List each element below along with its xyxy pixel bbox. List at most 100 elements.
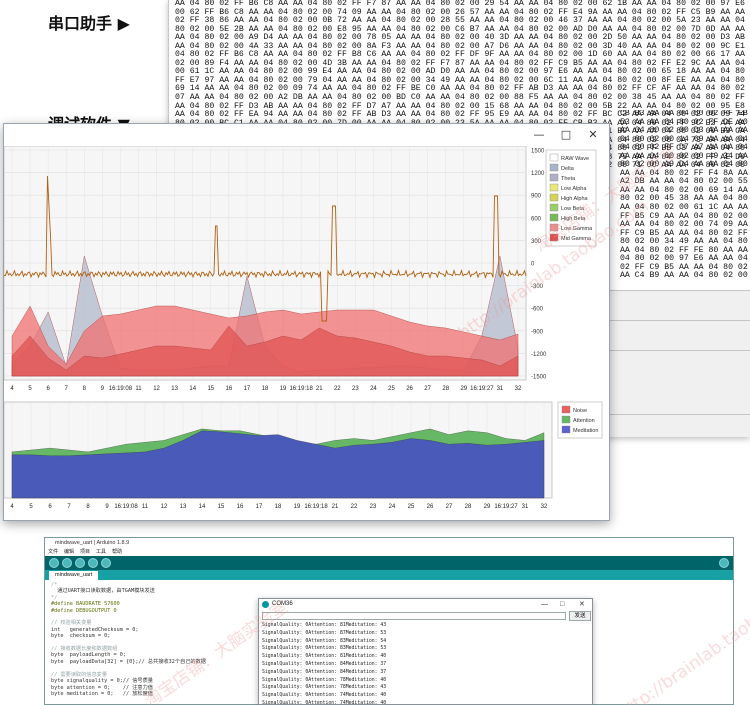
com-maximize-button[interactable]: □: [560, 599, 564, 610]
legend-swatch: [549, 233, 559, 242]
x-tick-label: 16:19:08: [114, 504, 138, 510]
legend-label: Low Alpha: [561, 186, 587, 192]
serial-send-input[interactable]: [262, 612, 566, 620]
maximize-button[interactable]: □: [558, 127, 574, 143]
com36-serial-window: COM36 — □ ✕ 发送 SignalQuality: 0Attention…: [258, 598, 593, 705]
legend-swatch: [549, 203, 559, 212]
legend-label: Low Beta: [561, 206, 585, 212]
esense-chart: 4 5 6 7 8 9 16:19:08 11 12 13 14 15 16 17 18 19 16:19:18…: [4, 401, 603, 510]
ide-tabbar: mindwave_uart: [45, 570, 733, 580]
x-tick-label: 16:19:18: [304, 504, 328, 510]
legend-label: RAW Wave: [561, 156, 589, 162]
com-minimize-button[interactable]: —: [541, 599, 548, 610]
x-tick-label: 13: [171, 386, 178, 392]
x-tick-label: 7: [65, 386, 69, 392]
chart-body: 1500 1200 900 600 300 0 -300 -600 -900 -1200 -1500…: [4, 145, 609, 520]
x-tick-label: 14: [189, 386, 196, 392]
y-tick-label: -900: [531, 329, 544, 335]
serial-line: SignalQuality: 0Attention: 83Meditation:…: [262, 646, 387, 652]
save-button[interactable]: [101, 558, 111, 568]
x-tick-label: 4: [10, 504, 14, 510]
legend-swatch: [549, 183, 559, 192]
serial-line: SignalQuality: 0Attention: 84Meditation:…: [262, 661, 387, 667]
arduino-icon: [262, 601, 269, 608]
x-tick-label: 7: [67, 504, 71, 510]
open-button[interactable]: [88, 558, 98, 568]
legend-label: Noise: [573, 408, 587, 414]
x-tick-label: 12: [161, 504, 168, 510]
y-tick-label: -600: [531, 307, 544, 313]
serial-line: SignalQuality: 0Attention: 81Meditation:…: [262, 623, 387, 628]
legend-label: Theta: [561, 176, 576, 182]
x-tick-label: 4: [10, 386, 14, 392]
y-tick-label: 600: [531, 216, 542, 222]
x-tick-label: 32: [541, 504, 548, 510]
hex-status-panel: [609, 290, 750, 437]
menu-item[interactable]: 文件: [48, 549, 58, 555]
new-button[interactable]: [75, 558, 85, 568]
x-tick-label: 5: [28, 386, 32, 392]
x-tick-label: 22: [334, 386, 341, 392]
serial-monitor-button[interactable]: [719, 558, 729, 568]
x-tick-label: 13: [180, 504, 187, 510]
y-tick-label: -1500: [531, 375, 547, 381]
band-power-chart: 1500 1200 900 600 300 0 -300 -600 -900 -1200 -1500…: [4, 145, 597, 392]
x-tick-label: 12: [153, 386, 160, 392]
com-title: COM36: [272, 601, 293, 607]
x-tick-label: 8: [86, 504, 90, 510]
serial-line: SignalQuality: 0Attention: 74Meditation:…: [262, 700, 387, 704]
x-tick-label: 28: [442, 386, 449, 392]
x-tick-label: 28: [465, 504, 472, 510]
x-tick-label: 26: [406, 386, 413, 392]
x-tick-label: 16: [237, 504, 244, 510]
x-tick-label: 18: [275, 504, 282, 510]
minimize-button[interactable]: —: [531, 127, 547, 143]
x-tick-label: 16:19:27: [494, 504, 518, 510]
x-tick-label: 17: [244, 386, 251, 392]
x-tick-label: 6: [46, 386, 50, 392]
x-tick-label: 19: [294, 504, 301, 510]
legend-label: Mid Gamma: [561, 236, 592, 242]
y-tick-label: 0: [531, 262, 535, 268]
x-tick-label: 21: [316, 386, 323, 392]
x-tick-label: 32: [515, 386, 522, 392]
x-tick-label: 23: [352, 386, 359, 392]
legend-swatch: [549, 163, 559, 172]
menu-item[interactable]: 工具: [96, 549, 106, 555]
x-tick-label: 29: [484, 504, 491, 510]
x-tick-label: 11: [142, 504, 149, 510]
legend-label: Low Gamma: [561, 226, 593, 232]
legend-swatch: [549, 223, 559, 232]
serial-line: SignalQuality: 0Attention: 87Meditation:…: [262, 630, 387, 636]
x-tick-label: 19: [280, 386, 287, 392]
serial-line: SignalQuality: 0Attention: 78Meditation:…: [262, 677, 387, 683]
menu-item[interactable]: 编辑: [64, 549, 74, 555]
x-tick-label: 16:19:18: [289, 386, 313, 392]
menu-item[interactable]: 项目: [80, 549, 90, 555]
x-tick-label: 25: [388, 386, 395, 392]
serial-line: SignalQuality: 0Attention: 84Meditation:…: [262, 669, 387, 675]
menu-item[interactable]: 帮助: [112, 549, 122, 555]
legend-label: High Alpha: [561, 196, 589, 202]
upload-button[interactable]: [62, 558, 72, 568]
serial-output[interactable]: SignalQuality: 0Attention: 81Meditation:…: [262, 622, 589, 704]
x-tick-label: 31: [497, 386, 504, 392]
com-close-button[interactable]: ✕: [579, 599, 585, 610]
legend-label: Delta: [561, 166, 575, 172]
x-tick-label: 27: [446, 504, 453, 510]
y-tick-label: 300: [531, 239, 542, 245]
x-tick-label: 18: [262, 386, 269, 392]
x-tick-label: 5: [29, 504, 33, 510]
x-tick-label: 24: [389, 504, 396, 510]
serial-assistant-label: 串口助手 ▶: [48, 14, 130, 33]
legend-swatch: [549, 193, 559, 202]
hex-data-column-right: CB B3 AA AA 04 80 02 FF EB 93 AA53 AA AA…: [620, 110, 750, 300]
com-titlebar: COM36 — □ ✕: [259, 599, 592, 610]
x-tick-label: 16:19:08: [109, 386, 133, 392]
close-button[interactable]: ✕: [585, 127, 601, 143]
x-tick-label: 6: [48, 504, 52, 510]
verify-button[interactable]: [49, 558, 59, 568]
x-tick-label: 31: [522, 504, 529, 510]
send-button[interactable]: 发送: [569, 611, 591, 621]
tab-mindwave-uart[interactable]: mindwave_uart: [49, 571, 99, 580]
